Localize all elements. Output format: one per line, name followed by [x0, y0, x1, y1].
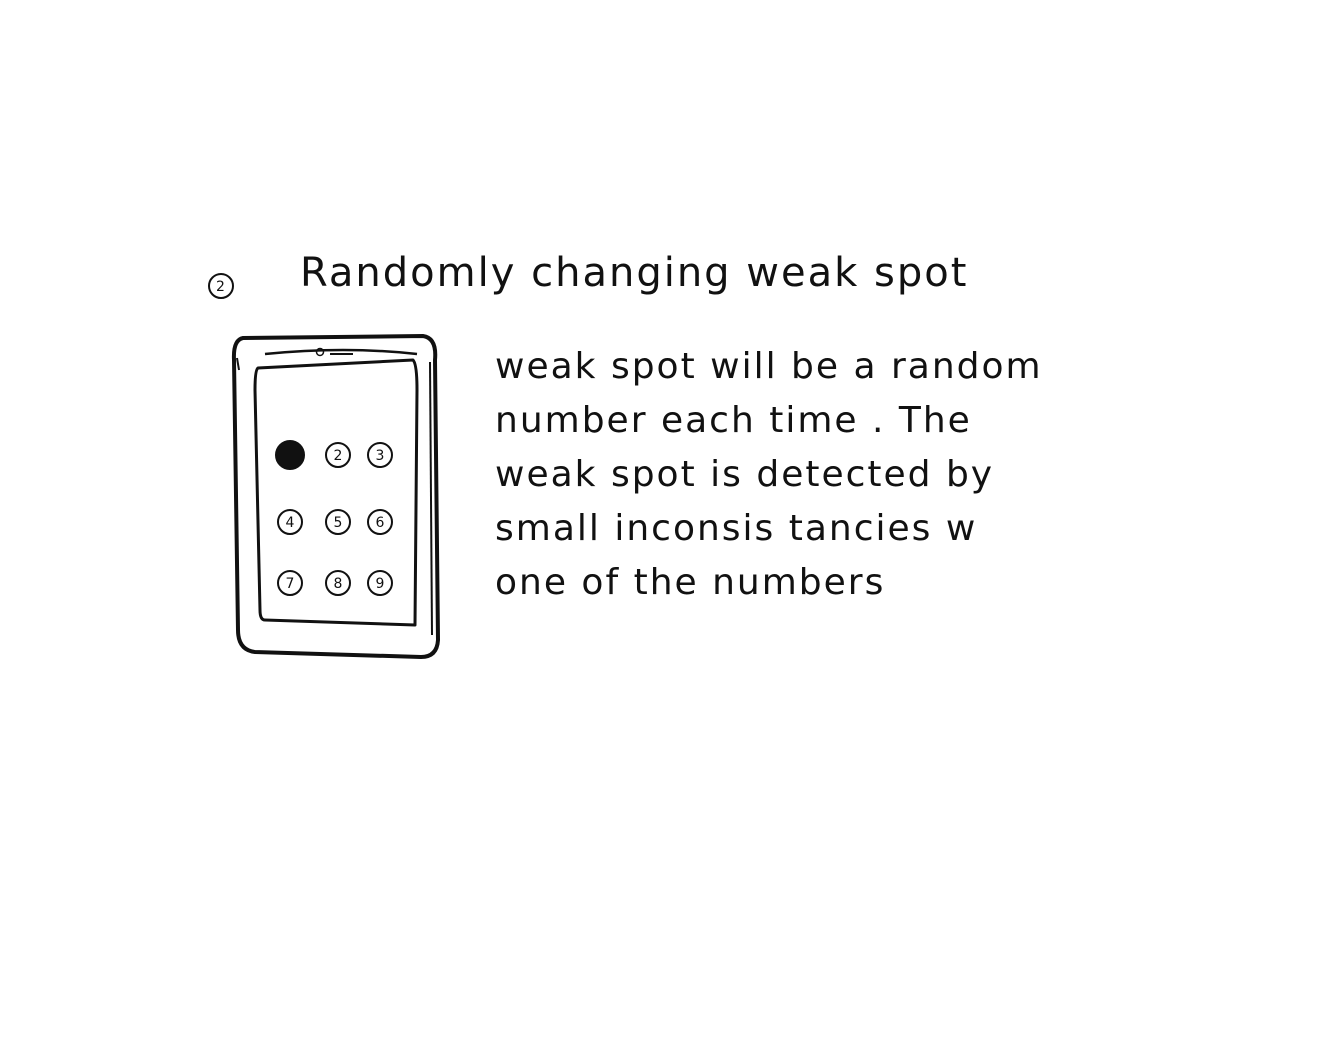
keypad-key-1 [275, 440, 305, 470]
description-line-1: weak spot will be a random [495, 346, 1043, 387]
keypad-key-label: 5 [334, 515, 343, 531]
keypad-key-label: 2 [334, 448, 343, 464]
keypad-grid: 2 3 4 5 6 7 8 9 [275, 440, 393, 596]
tablet-left-edge [236, 357, 240, 371]
keypad-key-8: 8 [325, 570, 351, 596]
description-line-3: weak spot is detected by [495, 454, 995, 495]
keypad-key-label: 7 [286, 576, 295, 592]
heading-number: 2 [216, 279, 226, 295]
keypad-key-4: 4 [277, 509, 303, 535]
description-line-4: small inconsis tancies w [495, 508, 978, 549]
keypad-key-label: 8 [334, 576, 343, 592]
keypad-key-label: 9 [376, 576, 385, 592]
heading-number-badge: 2 [208, 273, 234, 299]
keypad-key-label: 6 [376, 515, 385, 531]
keypad-key-6: 6 [367, 509, 393, 535]
description-line-2: number each time . The [495, 400, 972, 441]
tablet-outer-frame [231, 334, 440, 659]
tablet-outer-edge [429, 361, 433, 636]
keypad-weak-spot [275, 440, 305, 470]
keypad-key-label: 4 [286, 515, 295, 531]
description: weak spot will be a random number each t… [495, 340, 1043, 610]
description-line-5: one of the numbers [495, 562, 886, 603]
keypad-key-5: 5 [325, 509, 351, 535]
keypad-key-label: 3 [376, 448, 385, 464]
keypad-key-3: 3 [367, 442, 393, 468]
heading-title: Randomly changing weak spot [300, 250, 969, 296]
keypad-key-9: 9 [367, 570, 393, 596]
keypad-key-2: 2 [325, 442, 351, 468]
keypad-key-7: 7 [277, 570, 303, 596]
tablet-sketch: 2 3 4 5 6 7 8 9 [231, 334, 440, 659]
